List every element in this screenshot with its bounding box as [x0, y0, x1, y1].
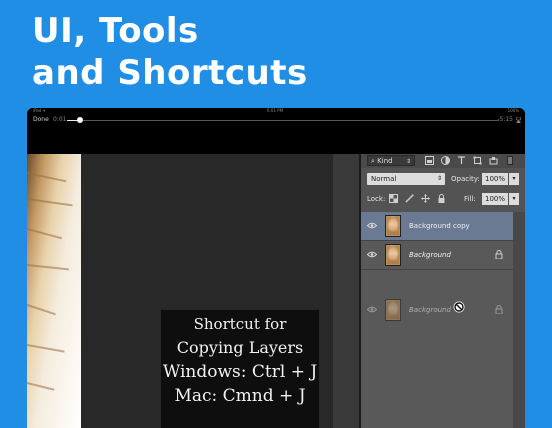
pixel-filter-icon[interactable] [425, 156, 434, 165]
fill-label: Fill: [464, 195, 476, 203]
caption-line-2: Copying Layers [176, 338, 304, 357]
filter-toggle-icon[interactable] [507, 156, 513, 165]
eye-icon[interactable] [367, 222, 377, 229]
opacity-input[interactable]: 100% [482, 173, 508, 185]
layer-row[interactable]: Background copy [361, 212, 513, 241]
filter-kind-select[interactable]: ⌕ Kind ⇕ [367, 155, 415, 166]
shortcut-caption: Shortcut for Copying Layers Windows: Ctr… [161, 310, 319, 428]
eye-icon[interactable] [367, 251, 377, 258]
airplay-icon[interactable] [516, 117, 521, 123]
fill-input[interactable]: 100% [482, 193, 508, 205]
canvas-gutter [333, 154, 359, 428]
opacity-label: Opacity: [451, 175, 480, 183]
smart-object-filter-icon[interactable] [489, 156, 498, 165]
opacity-dropdown-icon[interactable]: ▾ [509, 173, 519, 185]
blend-opacity-row: Normal ⇕ Opacity: 100% ▾ [361, 170, 525, 188]
layer-row[interactable]: Background [361, 241, 513, 270]
layer-name: Background [409, 306, 451, 314]
blend-mode-select[interactable]: Normal ⇕ [367, 173, 445, 185]
letterbox-band [27, 126, 525, 154]
fill-dropdown-icon[interactable]: ▾ [509, 193, 519, 205]
layer-name: Background [409, 251, 451, 259]
photoshop-canvas: Shortcut for Copying Layers Windows: Ctr… [27, 154, 333, 428]
layer-filter-row: ⌕ Kind ⇕ [361, 154, 525, 168]
lock-fill-row: Lock: Fill: 100% ▾ [361, 190, 525, 208]
layers-list: Background copy Background Background [361, 212, 513, 428]
shape-filter-icon[interactable] [473, 156, 482, 165]
adjustment-filter-icon[interactable] [441, 156, 450, 165]
eye-icon [367, 306, 377, 313]
dragged-layer-row[interactable]: Background [361, 296, 513, 324]
elapsed-time: 0:01 [53, 116, 67, 123]
chevron-updown-icon: ⇕ [436, 175, 442, 182]
headline-line-2: and Shortcuts [32, 53, 308, 93]
lock-position-icon[interactable] [421, 194, 430, 203]
caption-line-3: Windows: Ctrl + J [162, 362, 318, 382]
video-player-bar: Done 0:01 -5:15 [27, 114, 525, 126]
lock-label: Lock: [367, 195, 386, 203]
layer-thumbnail [385, 244, 401, 266]
layer-name: Background copy [409, 222, 470, 230]
padlock-icon [495, 250, 503, 259]
stepper-icon: ⇕ [405, 158, 411, 165]
caption-line-1: Shortcut for [193, 315, 287, 333]
lock-transparent-pixels-icon[interactable] [389, 194, 398, 203]
remaining-time: -5:15 [497, 116, 513, 123]
done-button[interactable]: Done [33, 114, 49, 126]
layer-thumbnail [385, 215, 401, 237]
scrubber-knob[interactable] [76, 117, 83, 123]
headline-line-1: UI, Tools [32, 11, 199, 51]
layers-scrollbar[interactable] [513, 212, 525, 428]
lock-image-pixels-icon[interactable] [405, 194, 414, 203]
type-filter-icon[interactable] [457, 156, 466, 165]
layers-panel: ⌕ Kind ⇕ Normal ⇕ Opacity: 100% ▾ Lock: … [361, 154, 525, 428]
no-drop-cursor-icon [453, 301, 465, 313]
blend-mode-value: Normal [371, 175, 397, 183]
headline: UI, Tools and Shortcuts [32, 10, 308, 94]
filter-kind-label: Kind [377, 157, 393, 165]
lock-all-icon[interactable] [437, 194, 446, 203]
caption-line-4: Mac: Cmnd + J [174, 386, 306, 406]
playback-scrubber[interactable] [67, 117, 499, 123]
device-screen: iPad ✈ 6:01 PM 100% Done 0:01 -5:15 Shor… [27, 108, 525, 428]
layer-thumbnail [385, 299, 401, 321]
canvas-photo [27, 154, 81, 428]
padlock-icon [495, 305, 503, 314]
